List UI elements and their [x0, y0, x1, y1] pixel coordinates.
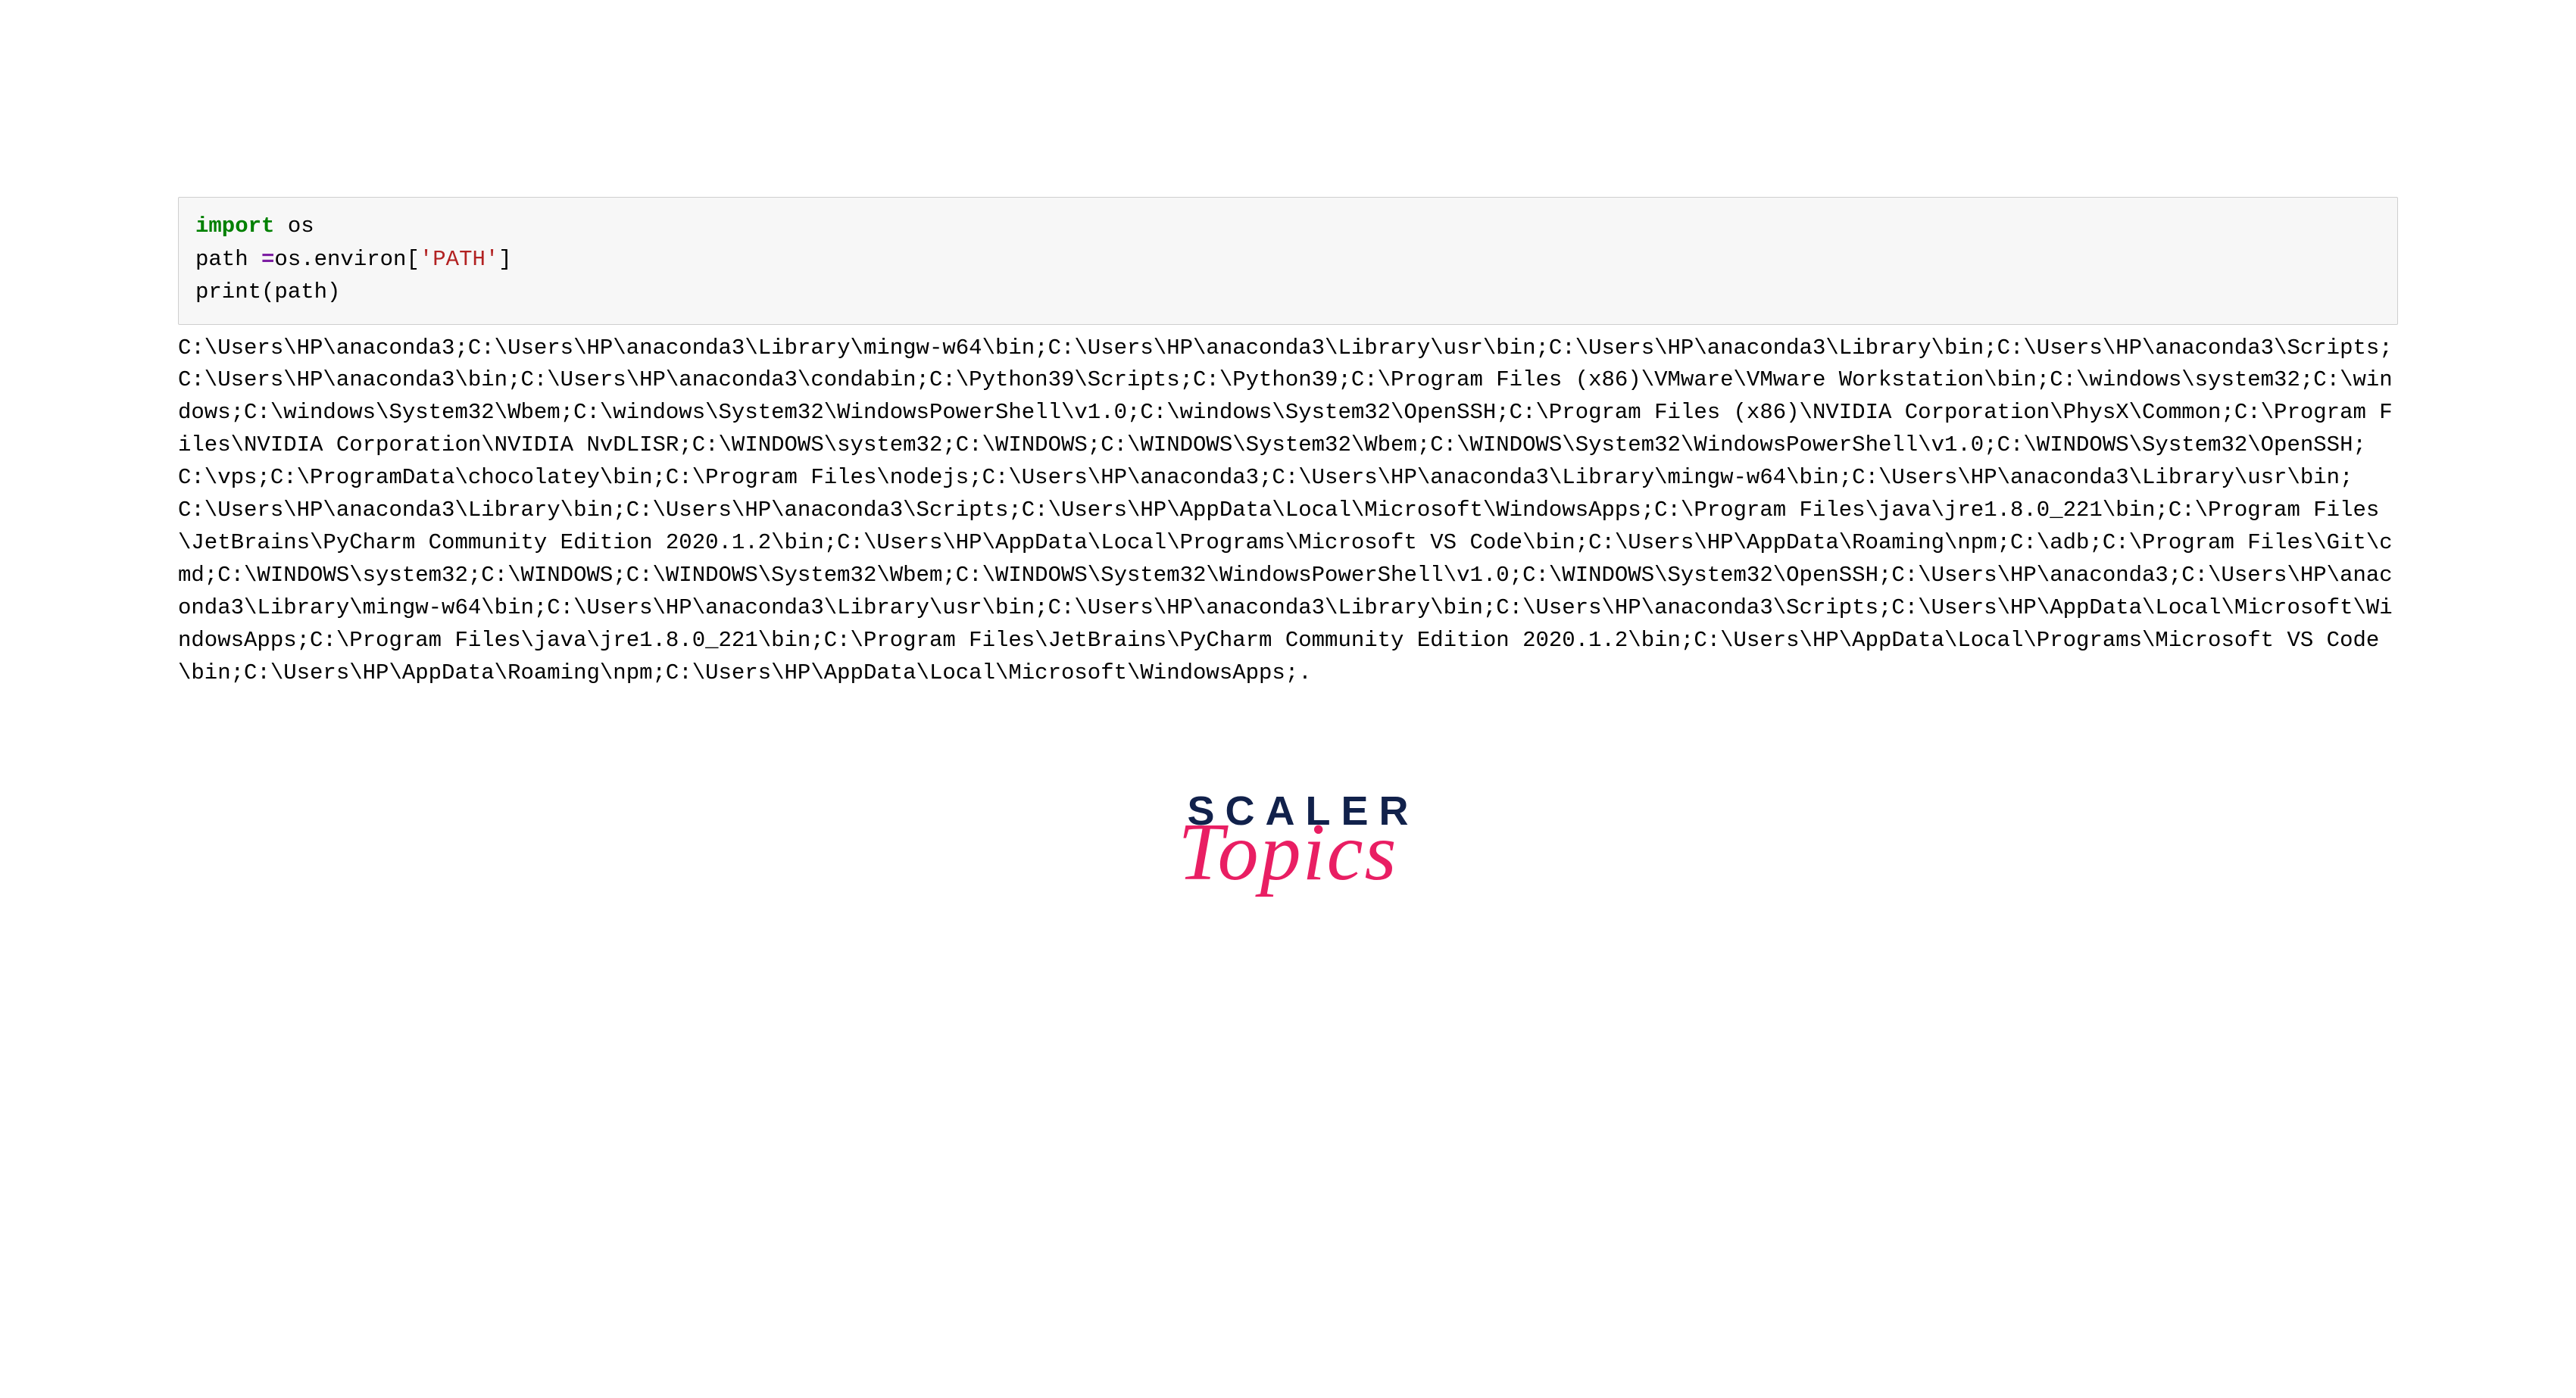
code-text: os.environ[	[274, 247, 419, 272]
code-line-3: print(path)	[195, 276, 2381, 309]
operator-equals: =	[261, 247, 274, 272]
code-line-2: path =os.environ['PATH']	[195, 243, 2381, 276]
logo-wrap: SCALER Topics	[178, 788, 2398, 894]
keyword-import: import	[195, 214, 274, 239]
output-block: C:\Users\HP\anaconda3;C:\Users\HP\anacon…	[178, 325, 2398, 690]
code-text: ]	[498, 247, 511, 272]
code-line-1: import os	[195, 210, 2381, 243]
page: import os path =os.environ['PATH'] print…	[0, 0, 2576, 1398]
module-os: os	[274, 214, 314, 239]
code-text: (path)	[261, 279, 340, 304]
code-text: path	[195, 247, 261, 272]
code-cell: import os path =os.environ['PATH'] print…	[178, 197, 2398, 325]
string-literal: 'PATH'	[420, 247, 498, 272]
logo-secondary-text: Topics	[1178, 807, 1397, 897]
function-print: print	[195, 279, 261, 304]
brand-logo: SCALER Topics	[1157, 788, 1419, 894]
